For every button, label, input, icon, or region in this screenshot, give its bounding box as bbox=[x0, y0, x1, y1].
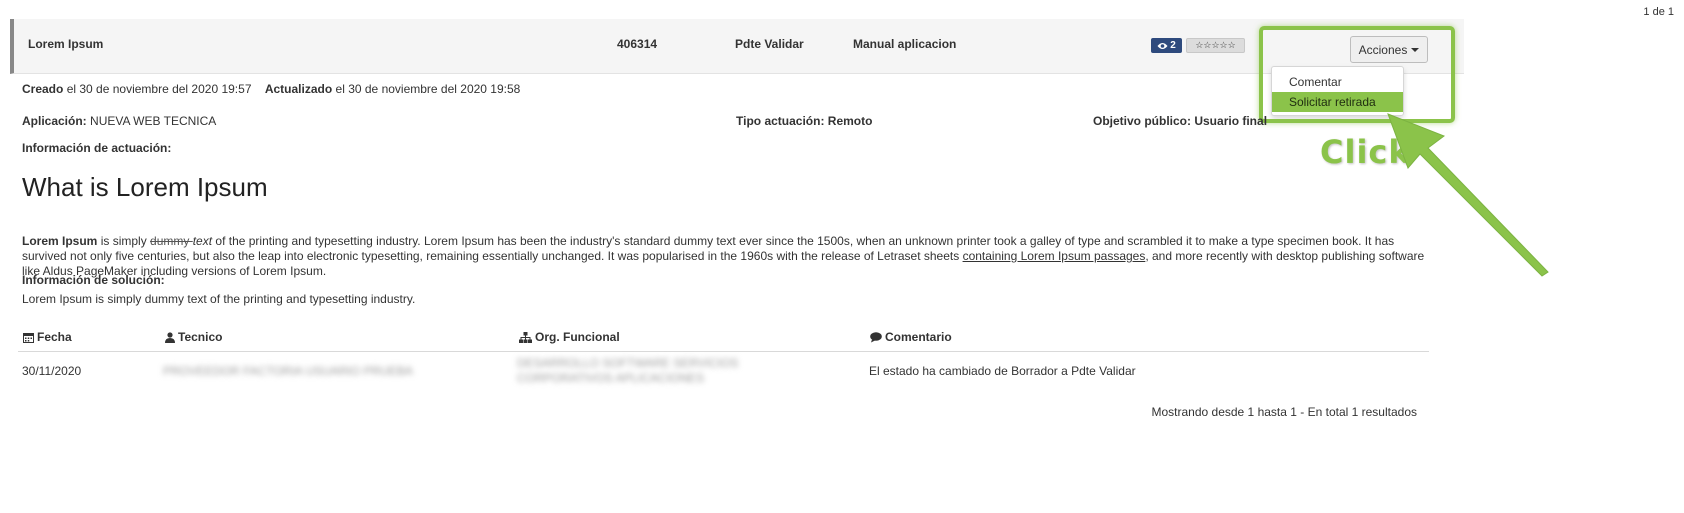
column-header-tecnico: Tecnico bbox=[165, 330, 222, 344]
created-value: el 30 de noviembre del 2020 19:57 bbox=[66, 82, 252, 96]
objetivo-publico-value: Usuario final bbox=[1194, 114, 1268, 128]
ticket-title: Lorem Ipsum bbox=[28, 37, 104, 51]
objetivo-publico-label: Objetivo público: bbox=[1093, 114, 1191, 128]
tipo-actuacion-field: Tipo actuación: Remoto bbox=[736, 114, 872, 128]
views-badge: 2 bbox=[1151, 38, 1182, 53]
rating-stars[interactable]: ☆☆☆☆☆ bbox=[1186, 38, 1245, 53]
column-header-fecha: Fecha bbox=[23, 330, 72, 344]
ticket-header[interactable]: Lorem Ipsum 406314 Pdte Validar Manual a… bbox=[10, 19, 1464, 74]
informacion-solucion-label: Información de solución: bbox=[22, 273, 165, 287]
aplicacion-field: Aplicación: NUEVA WEB TECNICA bbox=[22, 114, 216, 128]
created-label: Creado bbox=[22, 82, 64, 96]
content-heading: What is Lorem Ipsum bbox=[22, 172, 268, 202]
para-bold: Lorem Ipsum bbox=[22, 234, 98, 248]
informacion-solucion-text: Lorem Ipsum is simply dummy text of the … bbox=[22, 292, 416, 306]
ticket-id: 406314 bbox=[617, 37, 658, 51]
comment-icon bbox=[870, 331, 882, 343]
column-header-comentario-label: Comentario bbox=[885, 330, 952, 344]
aplicacion-value: NUEVA WEB TECNICA bbox=[90, 114, 217, 128]
ticket-dates: Creado el 30 de noviembre del 2020 19:57… bbox=[22, 82, 520, 96]
user-icon bbox=[165, 331, 175, 343]
cell-fecha: 30/11/2020 bbox=[22, 364, 82, 378]
sitemap-icon bbox=[519, 331, 532, 343]
informacion-actuacion-label: Información de actuación: bbox=[22, 141, 172, 155]
table-header-divider bbox=[18, 351, 1429, 352]
updated-value: el 30 de noviembre del 2020 19:58 bbox=[335, 82, 521, 96]
cell-org-funcional: DESARROLLO SOFTWARE SERVICIOS CORPORATIV… bbox=[517, 356, 739, 385]
pagination-info: 1 de 1 bbox=[1643, 6, 1674, 18]
para-text-1: is simply bbox=[97, 234, 151, 248]
objetivo-publico-field: Objetivo público: Usuario final bbox=[1093, 114, 1267, 128]
aplicacion-label: Aplicación: bbox=[22, 114, 87, 128]
tipo-actuacion-label: Tipo actuación: bbox=[736, 114, 825, 128]
column-header-org-funcional: Org. Funcional bbox=[519, 330, 620, 344]
eye-icon bbox=[1157, 42, 1168, 50]
column-header-org-label: Org. Funcional bbox=[535, 330, 620, 344]
para-link[interactable]: containing Lorem Ipsum passages bbox=[963, 249, 1146, 263]
content-paragraph: Lorem Ipsum is simply dummy text of the … bbox=[22, 234, 1432, 279]
column-header-fecha-label: Fecha bbox=[37, 330, 72, 344]
ticket-status: Pdte Validar bbox=[735, 37, 804, 51]
para-italic: text bbox=[192, 234, 213, 248]
column-header-comentario: Comentario bbox=[870, 330, 952, 344]
ticket-type: Manual aplicacion bbox=[853, 37, 957, 51]
annotation-highlight-box bbox=[1259, 26, 1455, 123]
column-header-tecnico-label: Tecnico bbox=[178, 330, 223, 344]
cell-comentario: El estado ha cambiado de Borrador a Pdte… bbox=[869, 364, 1136, 378]
para-strike: dummy bbox=[150, 234, 193, 248]
cell-tecnico: PROVEEDOR FACTORIA USUARIO PRUEBA bbox=[163, 364, 413, 378]
results-summary: Mostrando desde 1 hasta 1 - En total 1 r… bbox=[1151, 405, 1418, 419]
tipo-actuacion-value: Remoto bbox=[827, 114, 873, 128]
updated-label: Actualizado bbox=[264, 82, 333, 96]
views-count: 2 bbox=[1170, 40, 1176, 51]
calendar-icon bbox=[23, 332, 34, 343]
